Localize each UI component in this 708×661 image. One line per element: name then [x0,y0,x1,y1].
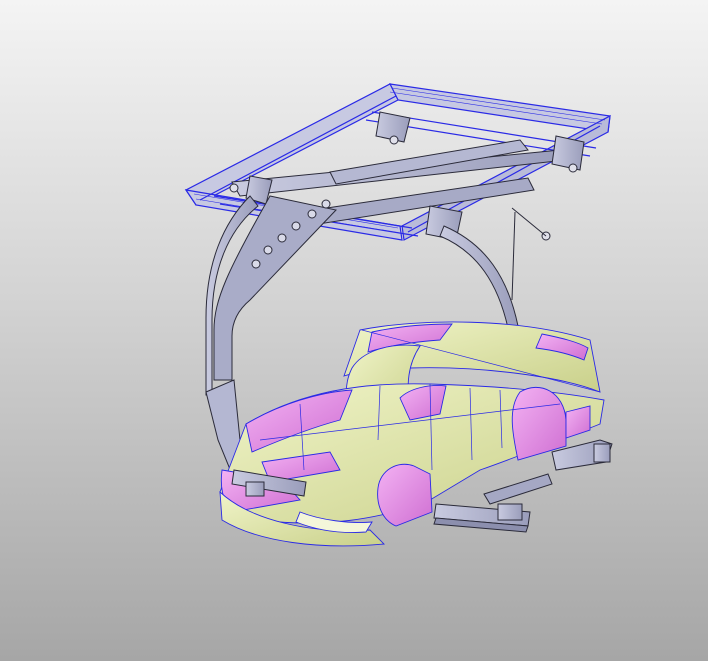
cad-model[interactable] [0,0,708,661]
car-body-shell[interactable] [219,321,605,547]
3d-viewport[interactable] [0,0,708,661]
